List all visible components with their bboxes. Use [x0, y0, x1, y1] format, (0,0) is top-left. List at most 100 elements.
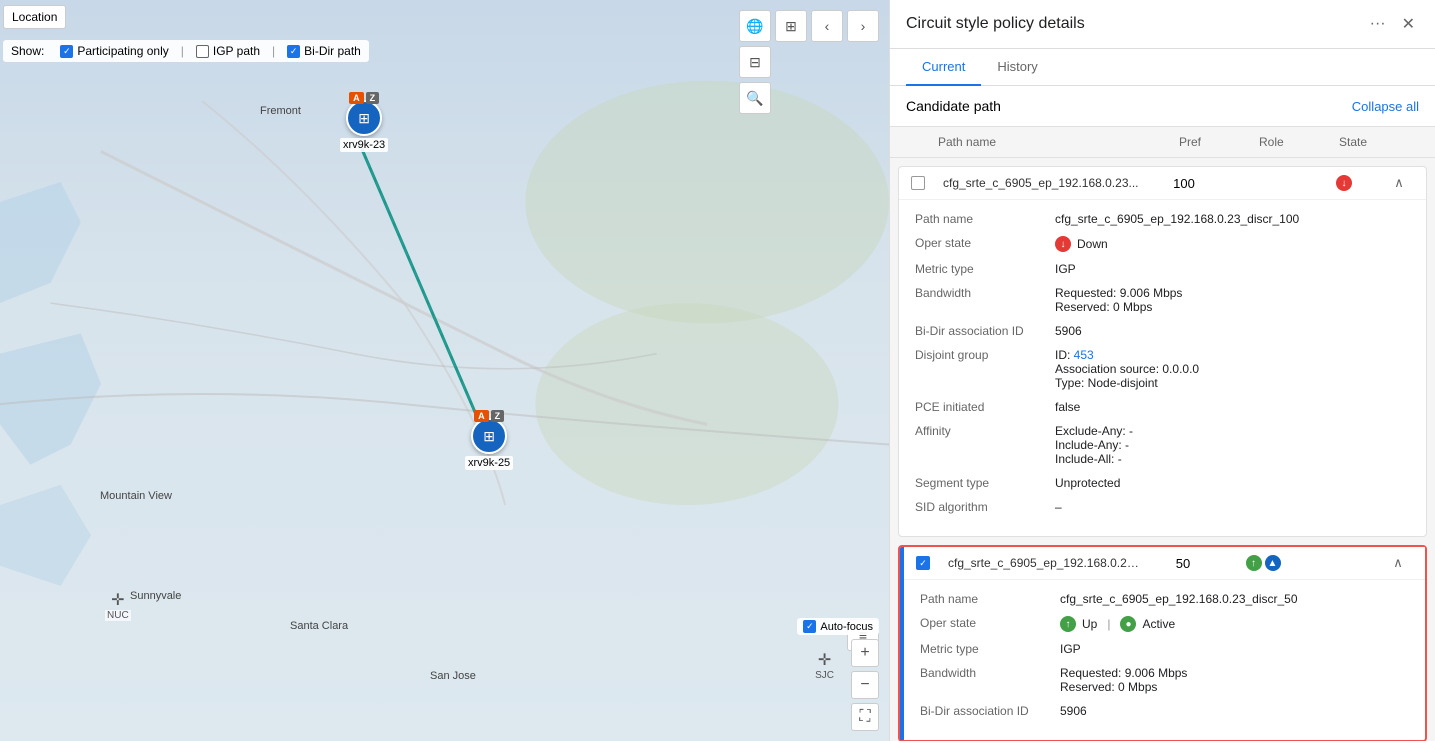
col-cb [906, 135, 938, 149]
oper-state-separator: | [1107, 617, 1110, 631]
path-2-toggle[interactable]: ∧ [1383, 555, 1413, 571]
detail2-bidir-label: Bi-Dir association ID [920, 704, 1060, 718]
detail-bandwidth-label: Bandwidth [915, 286, 1055, 314]
connection-lines [0, 0, 889, 741]
sjc-cross-icon: ✛ [818, 650, 831, 670]
detail-oper-state-row: Oper state ↓ Down [915, 236, 1410, 252]
detail-disjoint-label: Disjoint group [915, 348, 1055, 390]
bandwidth2-requested: Requested: 9.006 Mbps [1060, 666, 1409, 680]
detail-affinity-row: Affinity Exclude-Any: - Include-Any: - I… [915, 424, 1410, 466]
oper-state-active-icon: ● [1120, 616, 1136, 632]
tab-current-label: Current [922, 59, 965, 74]
detail2-bandwidth-row: Bandwidth Requested: 9.006 Mbps Reserved… [920, 666, 1409, 694]
detail-path-name-value: cfg_srte_c_6905_ep_192.168.0.23_discr_10… [1055, 212, 1410, 226]
affinity-include-all: Include-All: - [1055, 452, 1410, 466]
detail-pce-value: false [1055, 400, 1410, 414]
details-panel: Circuit style policy details ··· ✕ Curre… [889, 0, 1435, 741]
detail2-bidir-value: 5906 [1060, 704, 1409, 718]
path-2-role: ↑ ▲ [1223, 555, 1303, 571]
oper-state-row-2: ↑ Up | ● Active [1060, 616, 1409, 632]
detail-disjoint-row: Disjoint group ID: 453 Association sourc… [915, 348, 1410, 390]
detail-segment-type-row: Segment type Unprotected [915, 476, 1410, 490]
badge-z-25: Z [491, 410, 505, 422]
panel-content[interactable]: Candidate path Collapse all Path name Pr… [890, 86, 1435, 741]
candidate-path-header: Candidate path Collapse all [890, 86, 1435, 127]
path-1-checkbox[interactable] [911, 176, 943, 190]
panel-header: Circuit style policy details ··· ✕ [890, 0, 1435, 49]
close-panel-button[interactable]: ✕ [1398, 10, 1419, 38]
detail-oper-state-value: ↓ Down [1055, 236, 1410, 252]
path-2-details: Path name cfg_srte_c_6905_ep_192.168.0.2… [904, 580, 1425, 740]
path-row-2-header: cfg_srte_c_6905_ep_192.168.0.23... 50 ↑ … [904, 547, 1425, 580]
path-1-toggle[interactable]: ∧ [1384, 175, 1414, 191]
disjoint-assoc-source: Association source: 0.0.0.0 [1055, 362, 1410, 376]
path-2-cb-icon [916, 556, 930, 570]
nuc-cross-icon: ✛ [111, 590, 124, 610]
path-row-1: cfg_srte_c_6905_ep_192.168.0.23... 100 ↓… [898, 166, 1427, 537]
detail2-bandwidth-label: Bandwidth [920, 666, 1060, 694]
role-up-icon: ↑ [1246, 555, 1262, 571]
node-xrv9k-25-icon: ⊞ [471, 418, 507, 454]
tab-history[interactable]: History [981, 49, 1053, 86]
path-row-2-content: cfg_srte_c_6905_ep_192.168.0.23... 50 ↑ … [904, 547, 1425, 740]
badge-z: Z [366, 92, 380, 104]
path-row-1-header: cfg_srte_c_6905_ep_192.168.0.23... 100 ↓… [899, 167, 1426, 200]
nuc-label: NUC [105, 610, 131, 621]
detail-metric-type-label: Metric type [915, 262, 1055, 276]
bandwidth-reserved: Reserved: 0 Mbps [1055, 300, 1410, 314]
more-options-button[interactable]: ··· [1366, 11, 1390, 37]
oper-state-text: Down [1077, 237, 1108, 251]
node-xrv9k-23[interactable]: A Z ⊞ xrv9k-23 [340, 100, 388, 152]
panel-header-actions: ··· ✕ [1366, 10, 1419, 38]
detail-metric-type-row: Metric type IGP [915, 262, 1410, 276]
path-1-cb-icon [911, 176, 925, 190]
path-2-checkbox[interactable] [916, 556, 948, 570]
detail2-path-name-value: cfg_srte_c_6905_ep_192.168.0.23_discr_50 [1060, 592, 1409, 606]
affinity-include-any: Include-Any: - [1055, 438, 1410, 452]
col-role: Role [1259, 135, 1339, 149]
col-state: State [1339, 135, 1419, 149]
detail-segment-type-value: Unprotected [1055, 476, 1410, 490]
detail-bandwidth-row: Bandwidth Requested: 9.006 Mbps Reserved… [915, 286, 1410, 314]
detail-oper-state-label: Oper state [915, 236, 1055, 252]
node-xrv9k-25-label: xrv9k-25 [465, 456, 513, 470]
disjoint-type: Type: Node-disjoint [1055, 376, 1410, 390]
badge-a-25: A [474, 410, 489, 422]
detail-sid-label: SID algorithm [915, 500, 1055, 514]
detail-sid-value: – [1055, 500, 1410, 514]
detail2-oper-state-label: Oper state [920, 616, 1060, 632]
detail2-oper-state-value: ↑ Up | ● Active [1060, 616, 1409, 632]
oper-state-active-text: Active [1142, 617, 1175, 631]
detail-path-name-row: Path name cfg_srte_c_6905_ep_192.168.0.2… [915, 212, 1410, 226]
oper-state-up-text: Up [1082, 617, 1097, 631]
sjc-label: SJC [815, 670, 834, 681]
path-1-pref: 100 [1144, 176, 1224, 191]
node-xrv9k-25[interactable]: A Z ⊞ xrv9k-25 [465, 418, 513, 470]
detail-pce-label: PCE initiated [915, 400, 1055, 414]
tab-current[interactable]: Current [906, 49, 981, 86]
disjoint-id: ID: 453 [1055, 348, 1410, 362]
detail2-bandwidth-value: Requested: 9.006 Mbps Reserved: 0 Mbps [1060, 666, 1409, 694]
badge-a: A [349, 92, 364, 104]
detail-path-name-label: Path name [915, 212, 1055, 226]
detail-pce-row: PCE initiated false [915, 400, 1410, 414]
collapse-all-button[interactable]: Collapse all [1352, 99, 1419, 114]
nuc-marker: ✛ NUC [105, 590, 131, 621]
path-1-name: cfg_srte_c_6905_ep_192.168.0.23... [943, 176, 1144, 190]
bandwidth2-reserved: Reserved: 0 Mbps [1060, 680, 1409, 694]
map-container[interactable]: Location Show: Participating only | IGP … [0, 0, 889, 741]
detail-segment-type-label: Segment type [915, 476, 1055, 490]
path-row-2: cfg_srte_c_6905_ep_192.168.0.23... 50 ↑ … [898, 545, 1427, 741]
oper-state-down-icon: ↓ [1055, 236, 1071, 252]
sjc-marker: ✛ SJC [815, 650, 834, 681]
oper-state-row-1: ↓ Down [1055, 236, 1410, 252]
col-pref: Pref [1179, 135, 1259, 149]
detail-sid-row: SID algorithm – [915, 500, 1410, 514]
detail-bandwidth-value: Requested: 9.006 Mbps Reserved: 0 Mbps [1055, 286, 1410, 314]
disjoint-id-link[interactable]: 453 [1074, 348, 1094, 362]
detail2-oper-state-row: Oper state ↑ Up | ● Active [920, 616, 1409, 632]
detail-metric-type-value: IGP [1055, 262, 1410, 276]
path-1-details: Path name cfg_srte_c_6905_ep_192.168.0.2… [899, 200, 1426, 536]
path-1-state: ↓ [1304, 175, 1384, 191]
path-table-header: Path name Pref Role State [890, 127, 1435, 158]
